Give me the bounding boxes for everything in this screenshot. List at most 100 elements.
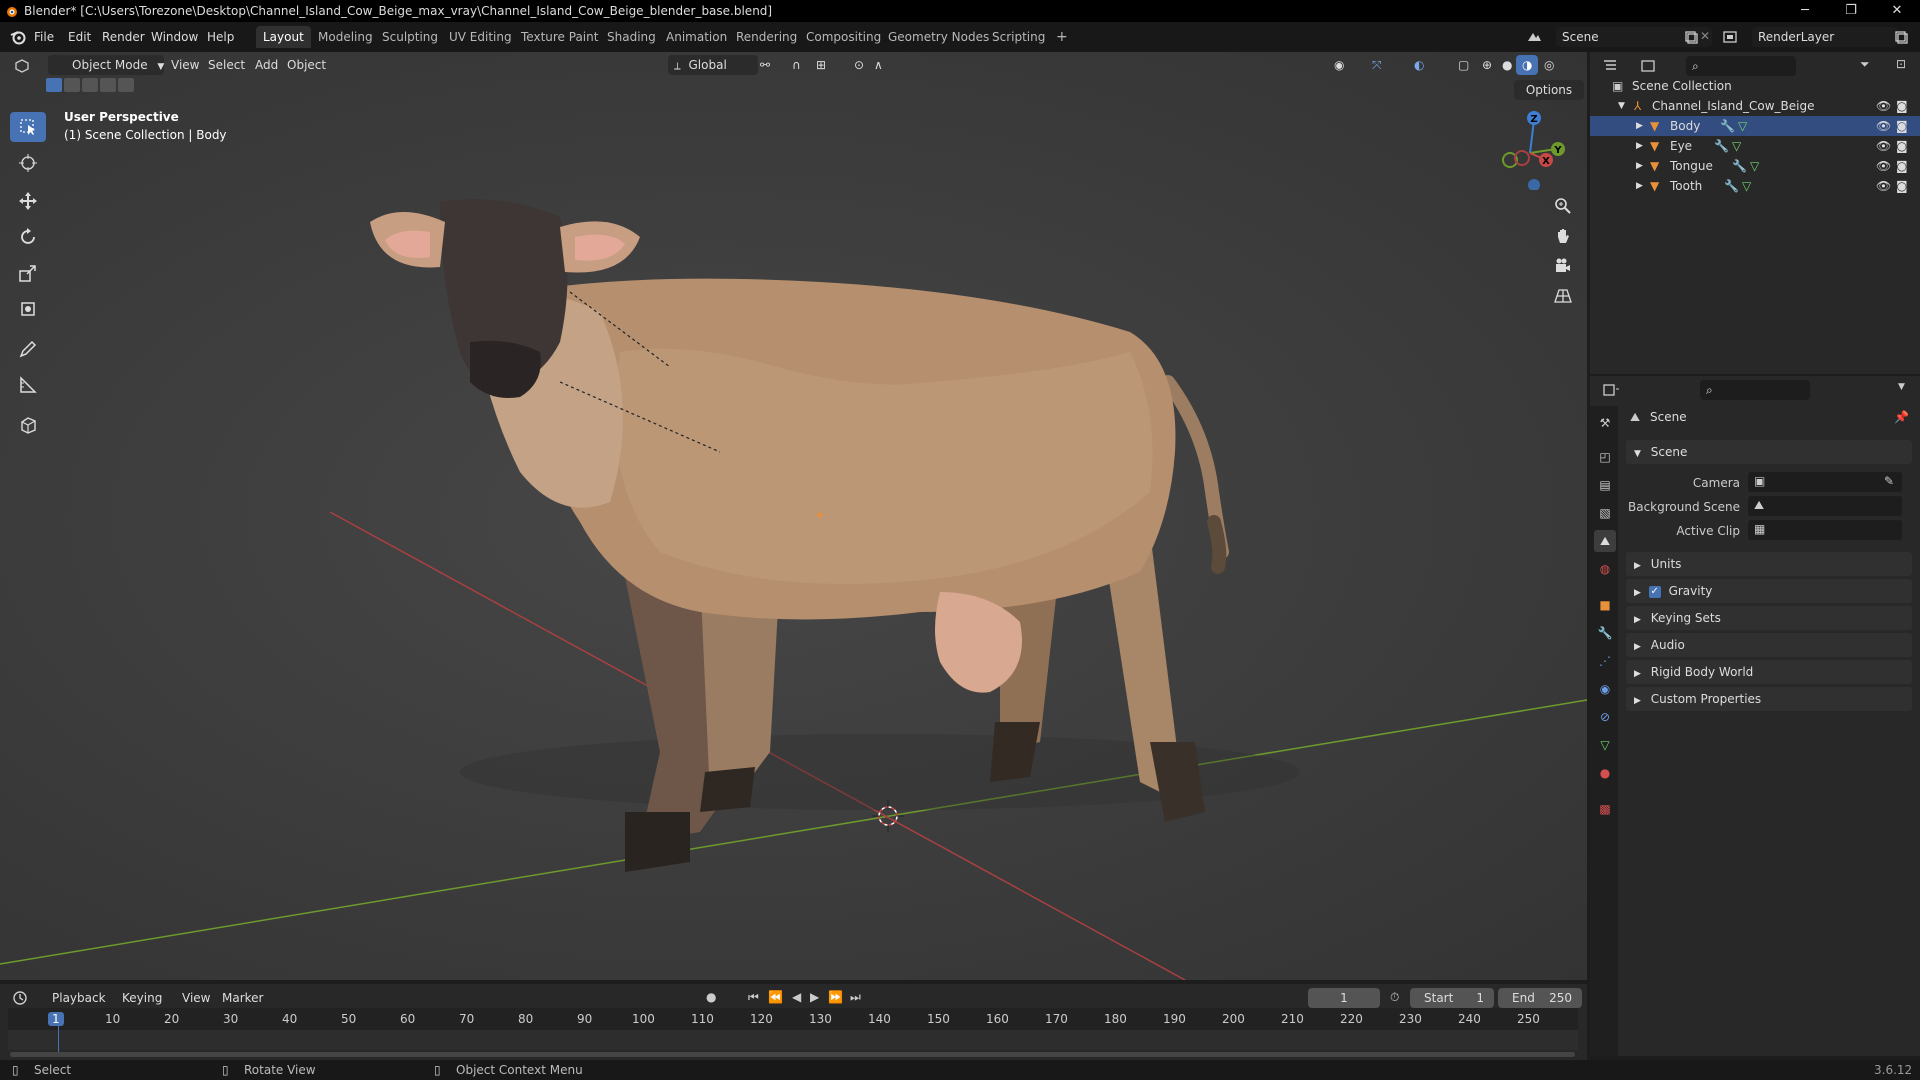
render-camera-icon[interactable]: ◙ [1896, 96, 1908, 116]
jump-end-icon[interactable]: ⏭ [850, 990, 861, 1005]
tab-view-layer[interactable]: ▧ [1594, 502, 1616, 524]
tab-rendering[interactable]: Rendering [729, 26, 804, 48]
select-subtract-icon[interactable] [82, 78, 98, 92]
scene-icon[interactable] [1526, 29, 1542, 45]
minimize-button[interactable]: ─ [1782, 0, 1828, 22]
visibility-eye-icon[interactable]: 👁 [1876, 136, 1891, 156]
modifier-wrench-icon[interactable]: 🔧 [1714, 136, 1729, 156]
close-button[interactable]: ✕ [1874, 0, 1920, 22]
properties-search-input[interactable]: ⌕ [1700, 380, 1810, 400]
rotate-tool[interactable] [10, 222, 46, 252]
mesh-data-icon[interactable]: ▽ [1738, 116, 1747, 136]
render-layer-selector[interactable]: RenderLayer [1752, 27, 1898, 47]
gizmo-toggle-icon[interactable]: ⤧ [1366, 55, 1388, 75]
pin-icon[interactable]: 📌 [1894, 410, 1909, 424]
mesh-data-icon[interactable]: ▽ [1742, 176, 1751, 196]
tab-compositing[interactable]: Compositing [799, 26, 888, 48]
modifier-wrench-icon[interactable]: 🔧 [1724, 176, 1739, 196]
zoom-button[interactable] [1549, 192, 1577, 220]
xray-toggle-icon[interactable]: ▢ [1452, 55, 1475, 75]
tab-geometry-nodes[interactable]: Geometry Nodes [881, 26, 996, 48]
play-reverse-icon[interactable]: ◀ [792, 990, 801, 1004]
tab-physics[interactable]: ◉ [1594, 678, 1616, 700]
delete-scene-icon[interactable]: ✕ [1700, 29, 1710, 43]
measure-tool[interactable] [10, 370, 46, 400]
gizmo-z-label[interactable]: Z [1530, 114, 1537, 125]
select-extend-icon[interactable] [64, 78, 80, 92]
record-keyframe-icon[interactable]: ● [706, 990, 716, 1004]
jump-prev-key-icon[interactable]: ⏪ [768, 990, 783, 1004]
pan-button[interactable] [1549, 222, 1577, 250]
jump-next-key-icon[interactable]: ⏩ [828, 990, 843, 1004]
eyedropper-icon[interactable]: ✎ [1884, 474, 1894, 488]
tab-modifiers[interactable]: 🔧 [1594, 622, 1616, 644]
gravity-checkbox[interactable]: ✓ [1648, 585, 1661, 598]
transform-tool[interactable] [10, 294, 46, 324]
select-box-tool[interactable] [10, 112, 46, 142]
tab-tool[interactable]: ⚒ [1594, 412, 1616, 434]
new-layer-icon[interactable] [1894, 30, 1908, 44]
tab-texture-paint[interactable]: Texture Paint [514, 26, 605, 48]
tab-modeling[interactable]: Modeling [311, 26, 380, 48]
render-camera-icon[interactable]: ◙ [1896, 136, 1908, 156]
tab-render[interactable]: ◰ [1594, 446, 1616, 468]
tab-world[interactable]: ◍ [1594, 558, 1616, 580]
panel-rigid-body-world-header[interactable]: ▶ Rigid Body World [1626, 660, 1912, 684]
panel-keying-sets-header[interactable]: ▶ Keying Sets [1626, 606, 1912, 630]
playhead-frame-label[interactable]: 1 [48, 1012, 64, 1026]
expand-chevron-icon[interactable]: ▼ [1618, 96, 1625, 116]
background-scene-field[interactable]: ⛰ [1748, 496, 1902, 516]
menu-window[interactable]: Window [151, 22, 198, 52]
proportional-edit-icon[interactable]: ⊙ [848, 55, 870, 75]
timeline-menu-keying[interactable]: Keying [116, 988, 168, 1008]
tab-object[interactable]: ■ [1594, 594, 1616, 616]
viewport-menu-view[interactable]: View [165, 55, 205, 75]
tab-material[interactable]: ● [1594, 762, 1616, 784]
panel-units-header[interactable]: ▶ Units [1626, 552, 1912, 576]
overlays-icon[interactable]: ◐ [1408, 55, 1430, 75]
stopwatch-icon[interactable]: ⏱ [1390, 990, 1399, 1005]
transform-orientation-dropdown[interactable]: ⟂ Global [668, 55, 758, 75]
expand-chevron-icon[interactable]: ▶ [1636, 156, 1643, 176]
modifier-wrench-icon[interactable]: 🔧 [1732, 156, 1747, 176]
shading-rendered-icon[interactable]: ◎ [1538, 55, 1560, 75]
tab-shading[interactable]: Shading [600, 26, 663, 48]
expand-chevron-icon[interactable]: ▶ [1636, 116, 1643, 136]
pivot-point-icon[interactable]: ⚯ [754, 55, 776, 75]
play-icon[interactable]: ▶ [810, 990, 819, 1004]
current-frame-field[interactable]: 1 [1308, 988, 1380, 1008]
timeline-menu-playback[interactable]: Playback [46, 988, 112, 1008]
tab-sculpting[interactable]: Sculpting [375, 26, 445, 48]
filter-icon[interactable]: ⏷ [1860, 57, 1870, 72]
menu-help[interactable]: Help [207, 22, 234, 52]
timeline-menu-view[interactable]: View [176, 988, 216, 1008]
snap-magnet-icon[interactable]: ∩ [786, 55, 807, 75]
outliner-editor-icon[interactable] [1602, 58, 1618, 74]
menu-render[interactable]: Render [102, 22, 145, 52]
visibility-eye-icon[interactable]: 👁 [1876, 96, 1891, 116]
tab-texture[interactable]: ▩ [1594, 798, 1616, 820]
select-new-icon[interactable] [46, 78, 62, 92]
navigation-gizmo[interactable]: Z Y X [1492, 108, 1572, 190]
add-cube-tool[interactable] [10, 410, 46, 440]
tab-uv-editing[interactable]: UV Editing [442, 26, 519, 48]
tab-layout[interactable]: Layout [256, 26, 311, 48]
jump-start-icon[interactable]: ⏮ [748, 990, 759, 1005]
active-clip-field[interactable]: ▦ [1748, 520, 1902, 540]
object-mode-dropdown[interactable]: Object Mode ▼ [48, 55, 164, 75]
camera-view-button[interactable] [1549, 252, 1577, 280]
timeline-menu-marker[interactable]: Marker [216, 988, 269, 1008]
render-camera-icon[interactable]: ◙ [1896, 176, 1908, 196]
falloff-curve-icon[interactable]: ∧ [868, 55, 889, 75]
perspective-toggle-button[interactable] [1549, 282, 1577, 310]
expand-chevron-icon[interactable]: ▶ [1636, 176, 1643, 196]
tab-constraints[interactable]: ⊘ [1594, 706, 1616, 728]
restore-button[interactable]: ❐ [1828, 0, 1874, 22]
render-camera-icon[interactable]: ◙ [1896, 156, 1908, 176]
visibility-eye-icon[interactable]: 👁 [1876, 156, 1891, 176]
start-frame-field[interactable]: Start 1 [1410, 988, 1494, 1008]
camera-field[interactable]: ▣ ✎ [1748, 472, 1902, 492]
editor-type-icon[interactable] [14, 57, 30, 73]
outliner-row-scene-collection[interactable]: ▣ Scene Collection [1590, 76, 1920, 96]
annotate-tool[interactable] [10, 334, 46, 364]
